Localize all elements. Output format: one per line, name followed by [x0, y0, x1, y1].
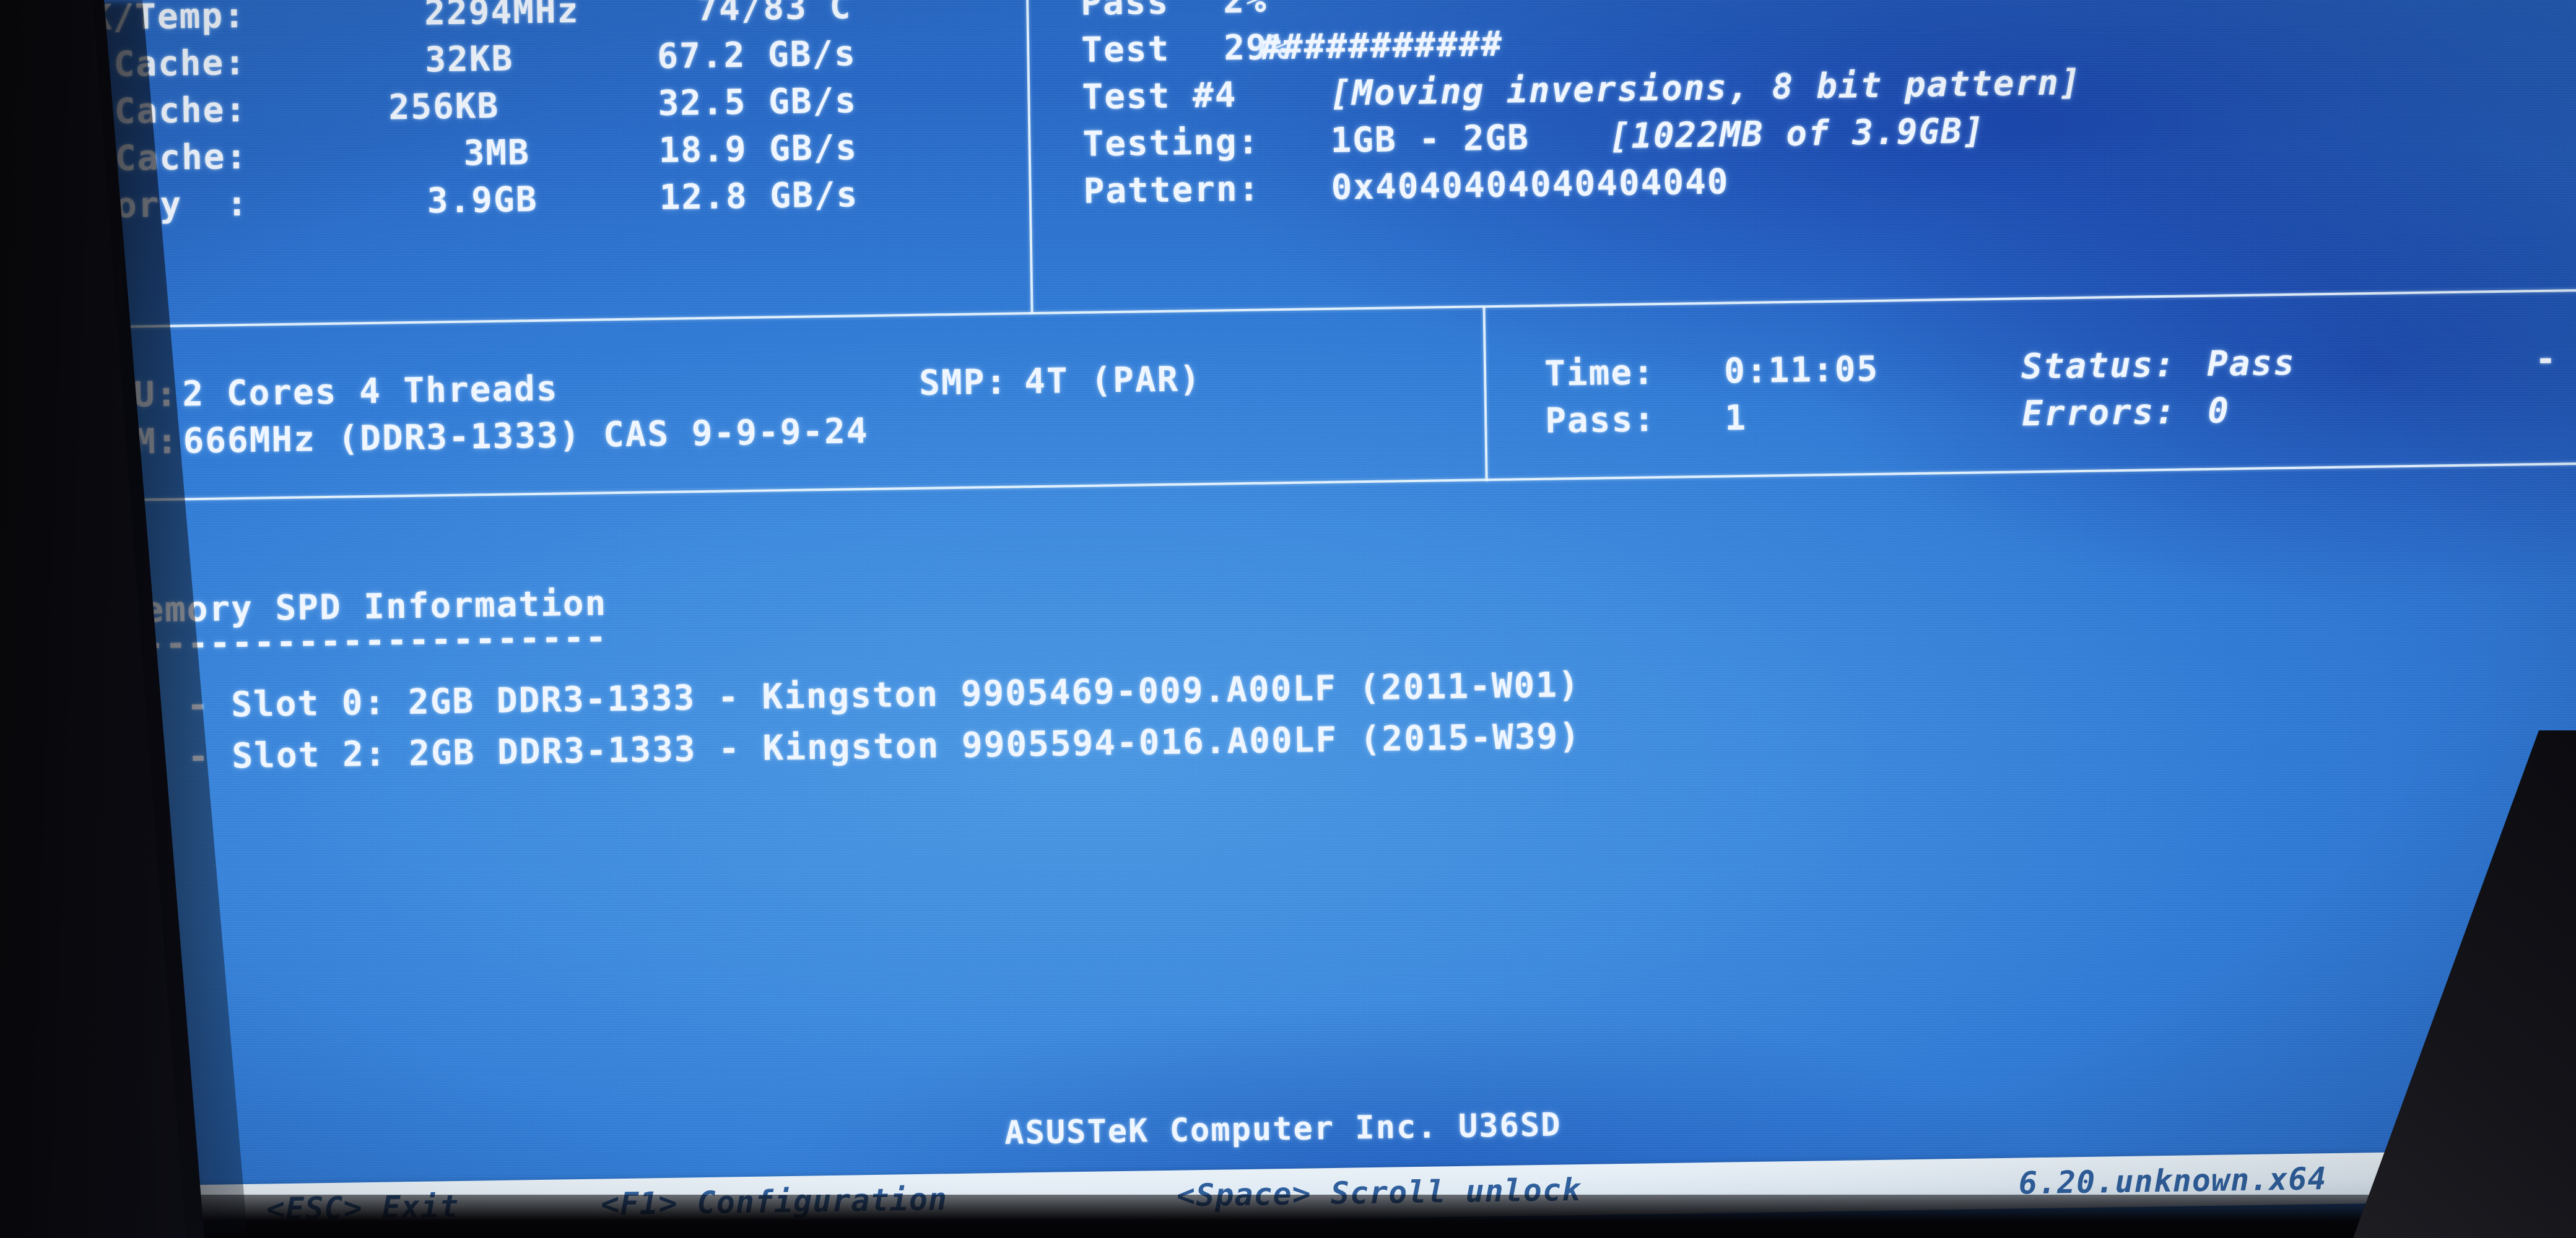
status-smp-label: SMP: — [918, 361, 1008, 404]
status-time-label: Time: — [1544, 352, 1656, 394]
pass-progress-label: Pass — [1080, 0, 1170, 24]
test-progress-label: Test — [1081, 28, 1170, 71]
status-bar-vertical-divider — [1482, 306, 1488, 482]
l2-cache-value: 256KB — [388, 85, 500, 128]
memtest86-screenshot: CLK/Temp: 2294MHz 74/83 C L1 Cache: 32KB… — [0, 0, 2576, 1238]
l3-cache-value: 3MB — [463, 132, 531, 174]
spd-slot-row: - Slot 0: 2GB DDR3-1333 - Kingston 99054… — [186, 665, 1581, 726]
testing-label: Testing: — [1082, 121, 1260, 165]
test-progress-bar: ########### — [1259, 24, 1503, 68]
status-time-value: 0:11:05 — [1723, 348, 1879, 392]
status-spinner: - — [2535, 339, 2558, 380]
test-name: [Moving inversions, 8 bit pattern] — [1329, 62, 2082, 114]
status-status-value: Pass — [2206, 342, 2296, 384]
clk-temp-value: 2294MHz — [424, 0, 580, 33]
status-ram-value: 666MHz (DDR3-1333) CAS 9-9-9-24 — [183, 411, 869, 462]
l1-cache-bandwidth: 67.2 GB/s — [656, 33, 857, 77]
testing-range: 1GB - 2GB — [1330, 118, 1530, 161]
pass-progress-percent: 2% — [1222, 0, 1268, 22]
l3-cache-bandwidth: 18.9 GB/s — [658, 128, 858, 171]
status-cpu-value: 2 Cores 4 Threads — [181, 368, 559, 415]
pattern-value: 0x4040404040404040 — [1331, 162, 1730, 208]
memory-value: 3.9GB — [427, 179, 538, 222]
panel-vertical-divider — [1025, 0, 1033, 314]
testing-progress: [1022MB of 3.9GB] — [1609, 111, 1986, 157]
status-errors-label: Errors: — [2021, 391, 2177, 435]
status-pass-label: Pass: — [1544, 399, 1656, 441]
pattern-label: Pattern: — [1083, 168, 1261, 212]
spd-slot-row: - Slot 2: 2GB DDR3-1333 - Kingston 99055… — [187, 716, 1582, 777]
test-number-label: Test #4 — [1081, 75, 1237, 118]
memory-bandwidth: 12.8 GB/s — [659, 175, 859, 218]
laptop-bezel-bottom — [0, 1195, 2576, 1238]
clk-temp-extra: 74/83 C — [696, 0, 852, 30]
system-vendor-label: ASUSTeK Computer Inc. U36SD — [1004, 1106, 1562, 1152]
status-bar-top-divider — [88, 288, 2576, 329]
status-bar-bottom-divider — [90, 462, 2576, 502]
l1-cache-value: 32KB — [424, 38, 514, 80]
status-smp-value: 4T (PAR) — [1024, 359, 1202, 402]
screen-content: CLK/Temp: 2294MHz 74/83 C L1 Cache: 32KB… — [0, 0, 2576, 1238]
l2-cache-bandwidth: 32.5 GB/s — [658, 80, 858, 124]
status-status-label: Status: — [2021, 344, 2177, 387]
status-pass-value: 1 — [1724, 397, 1747, 439]
status-errors-value: 0 — [2207, 391, 2230, 431]
